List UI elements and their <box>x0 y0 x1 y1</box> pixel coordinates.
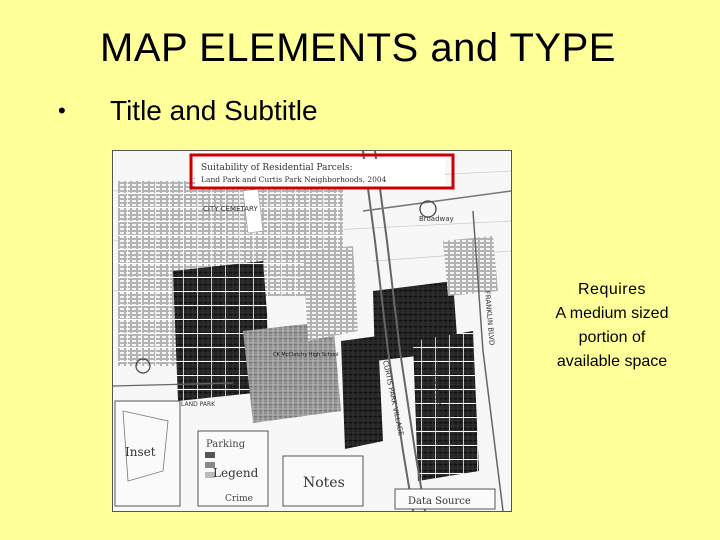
label-broadway: Broadway <box>419 215 454 223</box>
label-legend: Legend <box>213 466 259 480</box>
callout-line-2: portion of <box>578 329 646 346</box>
label-data-source: Data Source <box>408 496 471 507</box>
label-notes: Notes <box>303 475 345 491</box>
bullet-item: • Title and Subtitle <box>58 95 318 127</box>
label-city-cemetery: CITY CEMETARY <box>203 205 258 213</box>
callout-line-1: A medium sized <box>555 305 669 322</box>
label-inset: Inset <box>125 445 156 459</box>
bullet-marker: • <box>58 98 66 123</box>
map-subtitle: Land Park and Curtis Park Neighborhoods,… <box>201 175 387 184</box>
label-parking: Parking <box>206 439 246 450</box>
slide-title: MAP ELEMENTS and TYPE <box>100 26 616 70</box>
callout-line-3: available space <box>556 353 668 370</box>
label-land-park: LAND PARK <box>181 401 216 408</box>
bullet-text: Title and Subtitle <box>110 95 318 126</box>
map-sketch-figure: CITY CEMETARY LAND PARK CK McClatchy Hig… <box>112 150 512 512</box>
map-sketch: CITY CEMETARY LAND PARK CK McClatchy Hig… <box>113 151 511 511</box>
map-title: Suitability of Residential Parcels: <box>201 163 353 173</box>
callout-heading: Requires <box>577 281 647 298</box>
callout-text: Requires A medium sized portion of avail… <box>532 278 692 374</box>
label-school: CK McClatchy High School <box>273 352 338 358</box>
label-crime: Crime <box>225 494 253 504</box>
